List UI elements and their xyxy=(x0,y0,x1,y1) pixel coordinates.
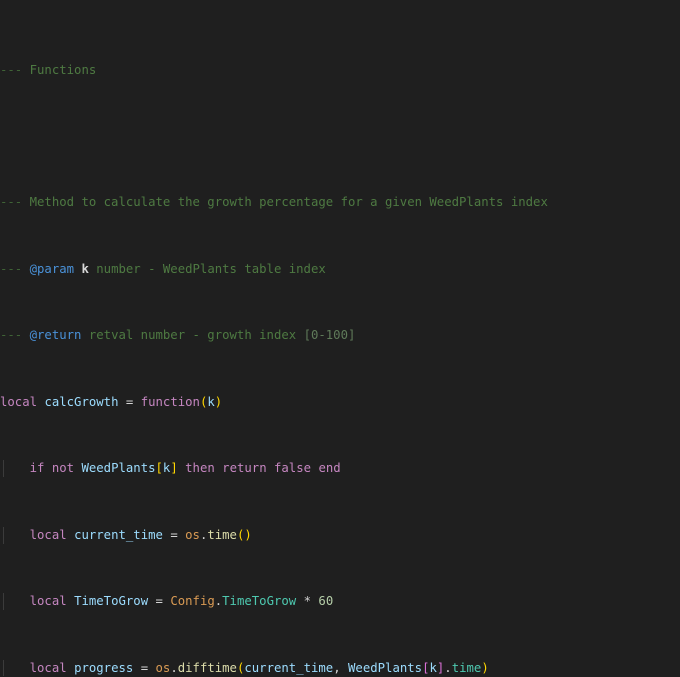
comment-dashes: --- xyxy=(0,328,23,343)
doc-tag-param: @param xyxy=(29,261,75,276)
code-line[interactable]: --- @param k number - WeedPlants table i… xyxy=(0,261,680,278)
identifier-calcGrowth: calcGrowth xyxy=(44,394,119,409)
code-line[interactable]: --- Method to calculate the growth perce… xyxy=(0,194,680,211)
code-line[interactable]: if not WeedPlants[k] then return false e… xyxy=(0,460,680,478)
comment-dashes: --- xyxy=(0,195,23,210)
code-editor[interactable]: --- Functions --- Method to calculate th… xyxy=(0,0,680,677)
doc-range: [0-100] xyxy=(303,328,356,343)
code-line[interactable]: --- Functions xyxy=(0,62,680,79)
comment-dashes: --- xyxy=(0,261,23,276)
comment-text: Functions xyxy=(22,62,97,77)
comment-dashes: --- xyxy=(0,62,23,77)
code-content[interactable]: --- Functions --- Method to calculate th… xyxy=(0,0,680,677)
doc-param-name: k xyxy=(81,261,89,276)
code-line[interactable] xyxy=(0,128,680,145)
code-line[interactable]: local calcGrowth = function(k) xyxy=(0,394,680,411)
code-line[interactable]: local progress = os.difftime(current_tim… xyxy=(0,659,680,677)
comment-text: Method to calculate the growth percentag… xyxy=(22,195,548,210)
code-line[interactable]: local current_time = os.time() xyxy=(0,526,680,544)
code-line[interactable]: local TimeToGrow = Config.TimeToGrow * 6… xyxy=(0,593,680,610)
code-line[interactable]: --- @return retval number - growth index… xyxy=(0,327,680,344)
doc-tag-return: @return xyxy=(29,328,82,343)
